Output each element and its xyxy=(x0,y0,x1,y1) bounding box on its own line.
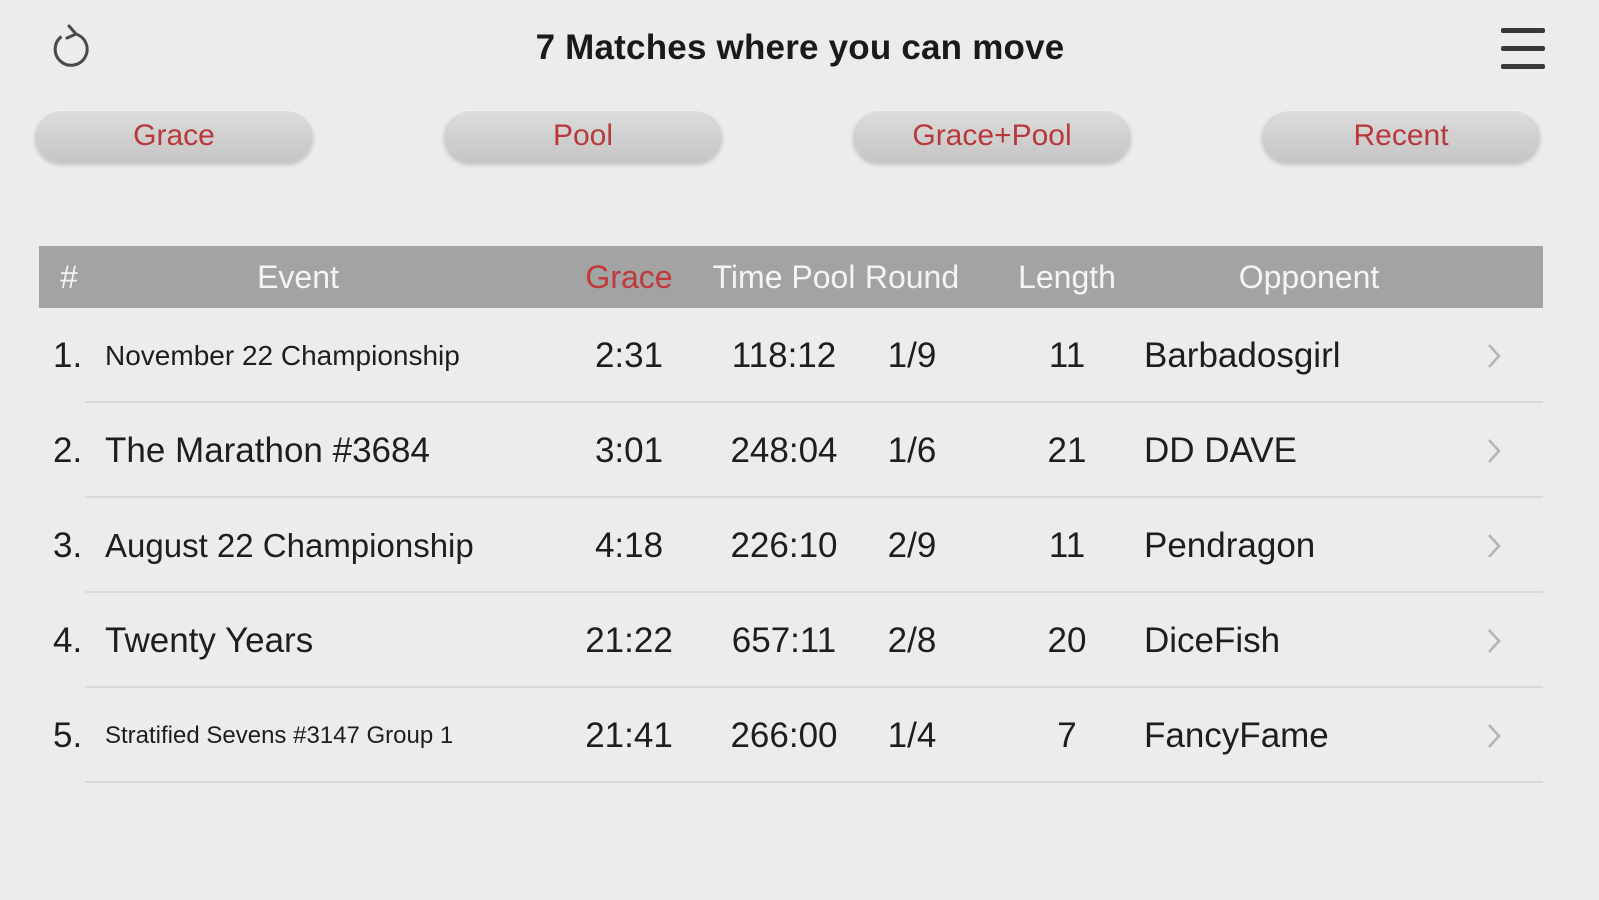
match-length: 21 xyxy=(1047,431,1087,470)
event-name: The Marathon #3684 xyxy=(105,431,430,470)
column-header-length[interactable]: Length xyxy=(997,246,1137,308)
round: 1/4 xyxy=(887,716,937,755)
filter-pool-button[interactable]: Pool xyxy=(444,110,722,162)
chevron-right-icon[interactable] xyxy=(1474,403,1514,498)
top-bar: 7 Matches where you can move xyxy=(0,0,1599,100)
filter-grace-pool-button[interactable]: Grace+Pool xyxy=(853,110,1131,162)
refresh-icon xyxy=(53,24,89,67)
row-number: 3. xyxy=(53,526,83,565)
column-header-number[interactable]: # xyxy=(39,246,99,308)
event-name: Stratified Sevens #3147 Group 1 xyxy=(105,722,454,749)
refresh-button[interactable] xyxy=(44,22,96,74)
table-row[interactable]: 5. Stratified Sevens #3147 Group 1 21:41… xyxy=(39,688,1543,783)
table-row[interactable]: 3. August 22 Championship 4:18 226:10 2/… xyxy=(39,498,1543,593)
round: 1/6 xyxy=(887,431,937,470)
table-header: # Event Grace Time Pool Round Length Opp… xyxy=(39,246,1543,308)
row-number: 2. xyxy=(53,431,83,470)
chevron-right-icon[interactable] xyxy=(1474,593,1514,688)
event-name: August 22 Championship xyxy=(105,527,474,564)
round: 2/8 xyxy=(887,621,937,660)
match-length: 11 xyxy=(1048,526,1086,565)
filter-bar: Grace Pool Grace+Pool Recent xyxy=(0,110,1599,166)
event-name: Twenty Years xyxy=(105,621,314,660)
match-length: 20 xyxy=(1047,621,1087,660)
opponent-name: DiceFish xyxy=(1144,621,1281,660)
column-header-event[interactable]: Event xyxy=(105,246,491,308)
filter-grace-button[interactable]: Grace xyxy=(35,110,313,162)
column-header-opponent[interactable]: Opponent xyxy=(1144,246,1474,308)
chevron-right-icon[interactable] xyxy=(1474,498,1514,593)
table-row[interactable]: 4. Twenty Years 21:22 657:11 2/8 20 Dice… xyxy=(39,593,1543,688)
opponent-name: Pendragon xyxy=(1144,526,1316,565)
event-name: November 22 Championship xyxy=(105,340,460,371)
round: 2/9 xyxy=(887,526,937,565)
hamburger-menu-icon[interactable] xyxy=(1499,26,1547,72)
opponent-name: Barbadosgirl xyxy=(1144,336,1341,375)
opponent-name: DD DAVE xyxy=(1144,431,1297,470)
column-header-round[interactable]: Round xyxy=(842,246,982,308)
filter-recent-button[interactable]: Recent xyxy=(1262,110,1540,162)
matches-table: # Event Grace Time Pool Round Length Opp… xyxy=(39,246,1543,783)
page-title: 7 Matches where you can move xyxy=(535,28,1065,67)
matches-screen: 7 Matches where you can move Grace Pool … xyxy=(0,0,1599,900)
chevron-right-icon[interactable] xyxy=(1474,308,1514,403)
row-number: 4. xyxy=(53,621,83,660)
chevron-right-icon[interactable] xyxy=(1474,688,1514,783)
row-number: 5. xyxy=(53,716,83,755)
match-length: 7 xyxy=(1057,716,1077,755)
match-length: 11 xyxy=(1048,336,1086,375)
opponent-name: FancyFame xyxy=(1144,716,1329,755)
row-number: 1. xyxy=(53,336,83,375)
table-row[interactable]: 1. November 22 Championship 2:31 118:12 … xyxy=(39,308,1543,403)
table-row[interactable]: 2. The Marathon #3684 3:01 248:04 1/6 21… xyxy=(39,403,1543,498)
round: 1/9 xyxy=(887,336,937,375)
